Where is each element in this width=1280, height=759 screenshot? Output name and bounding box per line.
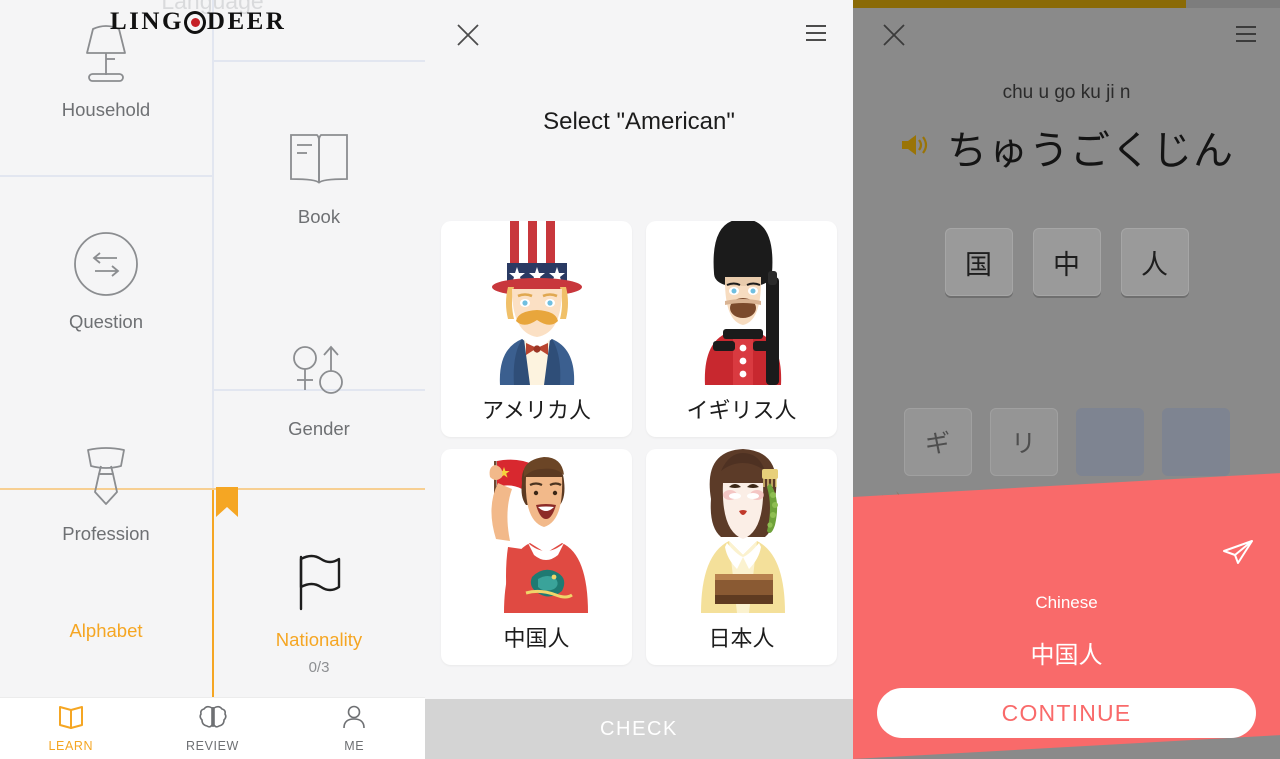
lesson-progress-bar <box>853 0 1280 8</box>
book-icon <box>213 120 425 198</box>
quiz-title: Select "American" <box>543 108 735 135</box>
lesson-label: Alphabet <box>69 620 143 641</box>
hamburger-menu-icon[interactable] <box>806 25 826 41</box>
tab-label: REVIEW <box>186 738 239 753</box>
bank-tile[interactable]: リ <box>989 408 1058 476</box>
lesson-label: Book <box>297 206 341 227</box>
answer-tile[interactable]: 人 <box>1120 228 1189 296</box>
answer-card-japanese[interactable]: 日本人 <box>646 449 837 665</box>
tile-bank-row-1: ギ リ <box>853 408 1280 476</box>
quiz-panel: Select "American" アメリカ人 イギリス人 中国人 日本人 CH… <box>425 0 853 759</box>
card-label: 日本人 <box>708 627 775 652</box>
result-panel: chu u go ku ji n ちゅうごくじん 国 中 人 ギ リ Chine… <box>853 0 1280 759</box>
japanese-geisha-illustration <box>646 449 837 615</box>
lesson-progress-fill <box>853 0 1187 8</box>
tab-learn[interactable]: LEARN <box>0 698 142 759</box>
kana-prompt-row: ちゅうごくじん <box>853 118 1280 176</box>
speaker-icon[interactable] <box>899 132 929 163</box>
necktie-icon <box>0 437 212 515</box>
lesson-node-alphabet[interactable]: Alphabet <box>0 612 212 642</box>
card-label: イギリス人 <box>686 399 797 424</box>
card-label: 中国人 <box>503 627 570 652</box>
bookmark-icon <box>216 487 238 517</box>
tab-label: ME <box>344 738 365 753</box>
tab-review[interactable]: REVIEW <box>142 698 284 759</box>
lesson-label: Gender <box>288 418 350 439</box>
bottom-tab-bar: LEARN REVIEW ME <box>0 697 425 759</box>
logo-text-post: DEER <box>206 8 287 35</box>
result-banner-content: Chinese 中国人 CONTINUE <box>853 497 1280 759</box>
uncle-sam-illustration <box>441 221 632 387</box>
gender-symbols-icon <box>213 332 425 410</box>
bank-tile-empty[interactable] <box>1161 408 1230 476</box>
answer-tile-row: 国 中 人 <box>853 228 1280 296</box>
check-button[interactable]: CHECK <box>425 699 853 759</box>
lesson-label: Question <box>68 311 144 332</box>
british-guard-illustration <box>646 221 837 387</box>
answer-card-american[interactable]: アメリカ人 <box>441 221 632 437</box>
close-icon[interactable] <box>455 22 481 48</box>
lesson-node-nationality[interactable]: Nationality 0/3 <box>213 543 425 676</box>
result-header <box>853 8 1280 68</box>
lesson-node-book[interactable]: Book <box>213 120 425 228</box>
tree-line-h0 <box>212 60 425 62</box>
logo-text-pre: LING <box>110 8 184 35</box>
flag-icon <box>213 543 425 621</box>
paper-plane-report-icon[interactable] <box>1222 539 1254 565</box>
tree-line-h4 <box>212 488 425 490</box>
open-book-icon <box>57 705 85 734</box>
result-word: 中国人 <box>1030 641 1103 669</box>
lesson-progress: 0/3 <box>308 659 330 676</box>
kana-text: ちゅうごくじん <box>947 128 1234 174</box>
chinese-man-flag-illustration <box>441 449 632 615</box>
answer-card-chinese[interactable]: 中国人 <box>441 449 632 665</box>
answer-tile[interactable]: 中 <box>1032 228 1101 296</box>
brain-icon <box>198 705 227 734</box>
lesson-node-gender[interactable]: Gender <box>213 332 425 440</box>
screenshot-stage: Language LING DEER Household Book Questi… <box>0 0 1280 759</box>
close-icon[interactable] <box>881 22 907 48</box>
lesson-label: Nationality <box>275 629 363 650</box>
bank-tile[interactable]: ギ <box>903 408 972 476</box>
continue-button[interactable]: CONTINUE <box>877 688 1256 738</box>
answer-card-grid: アメリカ人 イギリス人 中国人 日本人 <box>441 221 837 665</box>
exchange-arrows-icon <box>0 225 212 303</box>
hamburger-menu-icon[interactable] <box>1236 26 1256 42</box>
lesson-node-question[interactable]: Question <box>0 225 212 333</box>
romaji-reading: chu u go ku ji n <box>1002 82 1131 103</box>
result-language-label: Chinese <box>1035 593 1098 612</box>
logo-o-icon <box>183 10 207 35</box>
quiz-header <box>425 0 853 70</box>
lesson-label: Household <box>61 99 151 120</box>
lesson-node-profession[interactable]: Profession <box>0 437 212 545</box>
tab-me[interactable]: ME <box>283 698 425 759</box>
answer-tile[interactable]: 国 <box>944 228 1013 296</box>
person-icon <box>341 705 367 734</box>
learn-tree-panel: Language LING DEER Household Book Questi… <box>0 0 425 759</box>
tree-line-h1 <box>0 175 212 177</box>
bank-tile-empty[interactable] <box>1075 408 1144 476</box>
tab-label: LEARN <box>48 738 94 753</box>
lesson-label: Profession <box>62 523 150 544</box>
answer-card-british[interactable]: イギリス人 <box>646 221 837 437</box>
app-logo: LING DEER <box>110 8 286 36</box>
card-label: アメリカ人 <box>482 399 591 424</box>
